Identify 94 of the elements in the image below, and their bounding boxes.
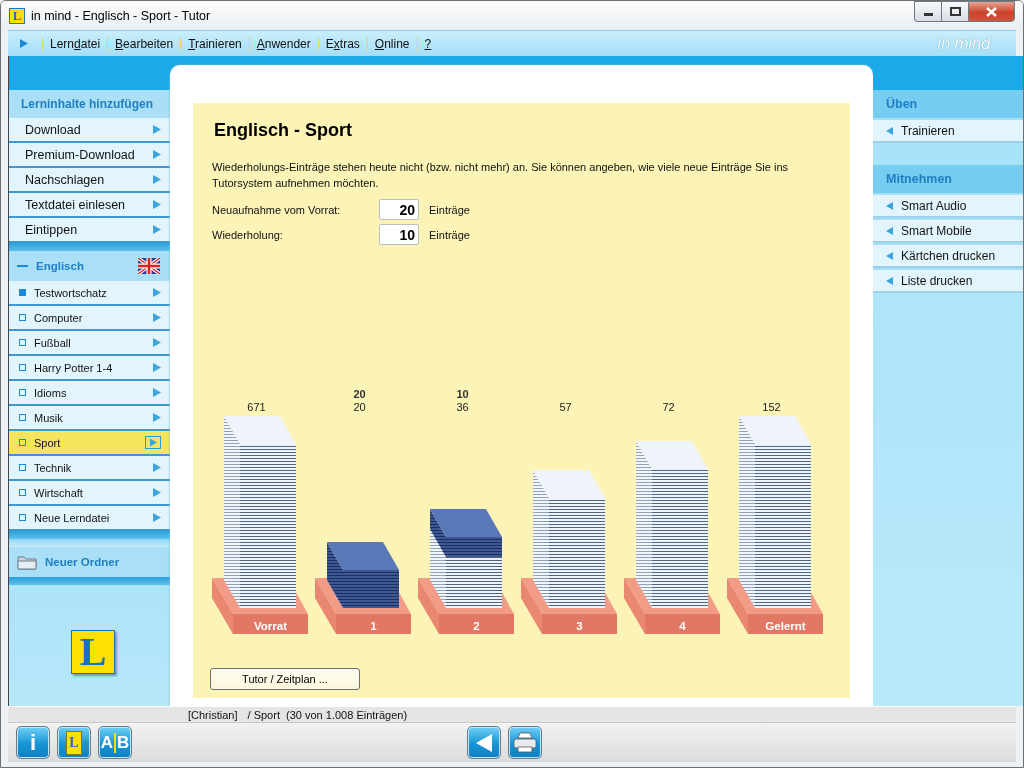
stack-count: 72 xyxy=(662,401,675,414)
sidebar-item[interactable]: Technik xyxy=(9,456,170,481)
status-text: / Sport (30 von 1.008 Einträgen) xyxy=(247,708,408,721)
arrow-icon xyxy=(153,338,161,347)
sidebar-item[interactable]: Smart Audio xyxy=(873,193,1023,218)
pallet-label: 2 xyxy=(473,619,480,632)
stack-count: 152 xyxy=(762,401,781,414)
sidebar-item[interactable]: Smart Mobile xyxy=(873,218,1023,243)
sidebar-item[interactable]: Computer xyxy=(9,306,170,331)
pallet-label: 1 xyxy=(370,619,377,632)
page-title: Englisch - Sport xyxy=(214,120,353,141)
added-count: 10 xyxy=(456,388,469,401)
arrow-icon xyxy=(886,251,893,260)
section-header: Lerninhalte hinzufügen xyxy=(9,90,170,118)
flag-icon xyxy=(138,258,160,274)
number-field[interactable]: 10 xyxy=(379,224,419,245)
menu-item[interactable]: Lerndatei xyxy=(42,36,108,51)
new-cards-drawing xyxy=(430,509,502,557)
stack-count: 20 xyxy=(353,401,366,414)
arrow-icon xyxy=(886,276,893,285)
arrow-icon xyxy=(153,513,161,522)
schedule-button[interactable]: Tutor / Zeitplan ... xyxy=(210,668,360,690)
sidebar-item[interactable]: Nachschlagen xyxy=(9,168,170,193)
app-icon: L xyxy=(9,7,25,24)
user-name: [Christian] xyxy=(188,708,238,721)
field-label: Wiederholung: xyxy=(212,228,284,241)
arrow-icon xyxy=(153,313,161,322)
arrow-icon xyxy=(153,288,161,297)
pallet-label: 3 xyxy=(576,619,583,632)
app-logo: L xyxy=(71,630,115,674)
book-icon: L xyxy=(66,730,82,755)
section-header: Mitnehmen xyxy=(873,165,1023,193)
arrow-icon xyxy=(153,225,161,234)
sidebar-item[interactable]: Trainieren xyxy=(873,118,1023,143)
pallet-label: 4 xyxy=(679,619,686,632)
pallet-label: Gelernt xyxy=(765,619,806,632)
arrow-icon xyxy=(886,201,893,210)
menu-item[interactable]: ? xyxy=(416,36,439,51)
arrow-icon xyxy=(153,200,161,209)
book-button[interactable]: L xyxy=(57,726,91,759)
sidebar-item[interactable]: Idioms xyxy=(9,381,170,406)
arrow-icon xyxy=(153,175,161,184)
arrow-icon xyxy=(153,363,161,372)
new-cards-drawing xyxy=(327,542,399,608)
close-icon xyxy=(986,6,997,17)
sidebar-item[interactable]: Fußball xyxy=(9,331,170,356)
minimize-button[interactable] xyxy=(914,1,941,22)
sidebar-item[interactable]: Premium-Download xyxy=(9,143,170,168)
arrow-icon xyxy=(886,226,893,235)
stack-count: 36 xyxy=(456,401,469,414)
unit-label: Einträge xyxy=(429,203,470,216)
arrow-icon xyxy=(153,150,161,159)
sidebar-item[interactable]: Testwortschatz xyxy=(9,281,170,306)
sidebar-item[interactable]: Textdatei einlesen xyxy=(9,193,170,218)
sidebar-item[interactable]: Neue Lerndatei xyxy=(9,506,170,531)
menu-item[interactable]: Bearbeiten xyxy=(107,36,181,51)
stack-count: 57 xyxy=(559,401,572,414)
print-button[interactable] xyxy=(508,726,542,759)
menu-item[interactable]: Anwender xyxy=(248,36,318,51)
back-icon xyxy=(476,733,492,752)
sidebar-item[interactable]: Sport xyxy=(9,431,170,456)
printer-icon xyxy=(513,732,537,753)
folder-icon xyxy=(17,554,37,570)
sidebar-item[interactable]: Musik xyxy=(9,406,170,431)
added-count: 20 xyxy=(353,388,366,401)
menu-item[interactable]: Online xyxy=(366,36,417,51)
number-field[interactable]: 20 xyxy=(379,199,419,220)
close-button[interactable] xyxy=(968,1,1015,22)
sidebar-item[interactable]: Download xyxy=(9,118,170,143)
window-title: in mind - Englisch - Sport - Tutor xyxy=(31,8,211,23)
arrow-icon xyxy=(153,488,161,497)
section-header: Üben xyxy=(873,90,1023,118)
app-logo: in mind xyxy=(937,34,990,53)
info-message: Wiederholungs-Einträge stehen heute nicht (bzw. nicht mehr) an. Sie können angeben, wie viele neue Einträge Sie ins Tutorsystem aufnehmen möchten. xyxy=(212,160,790,191)
menu-item[interactable]: Trainieren xyxy=(180,36,249,51)
maximize-icon xyxy=(949,7,961,16)
unit-label: Einträge xyxy=(429,228,470,241)
back-button[interactable] xyxy=(467,726,501,759)
arrow-icon xyxy=(153,413,161,422)
sidebar-item[interactable]: Kärtchen drucken xyxy=(873,243,1023,268)
pallet-label: Vorrat xyxy=(254,619,287,632)
arrow-icon xyxy=(153,125,161,134)
field-label: Neuaufnahme vom Vorrat: xyxy=(212,203,342,216)
sidebar-item[interactable]: Liste drucken xyxy=(873,268,1023,293)
menu-item[interactable]: Extras xyxy=(317,36,367,51)
sidebar-item[interactable]: Harry Potter 1-4 xyxy=(9,356,170,381)
arrow-icon xyxy=(153,388,161,397)
maximize-button[interactable] xyxy=(941,1,968,22)
stack-count: 671 xyxy=(247,401,266,414)
arrow-icon xyxy=(20,39,28,48)
sidebar-item[interactable]: Wirtschaft xyxy=(9,481,170,506)
arrow-icon xyxy=(886,126,893,135)
sidebar-item[interactable]: Eintippen xyxy=(9,218,170,243)
arrow-icon xyxy=(153,463,161,472)
